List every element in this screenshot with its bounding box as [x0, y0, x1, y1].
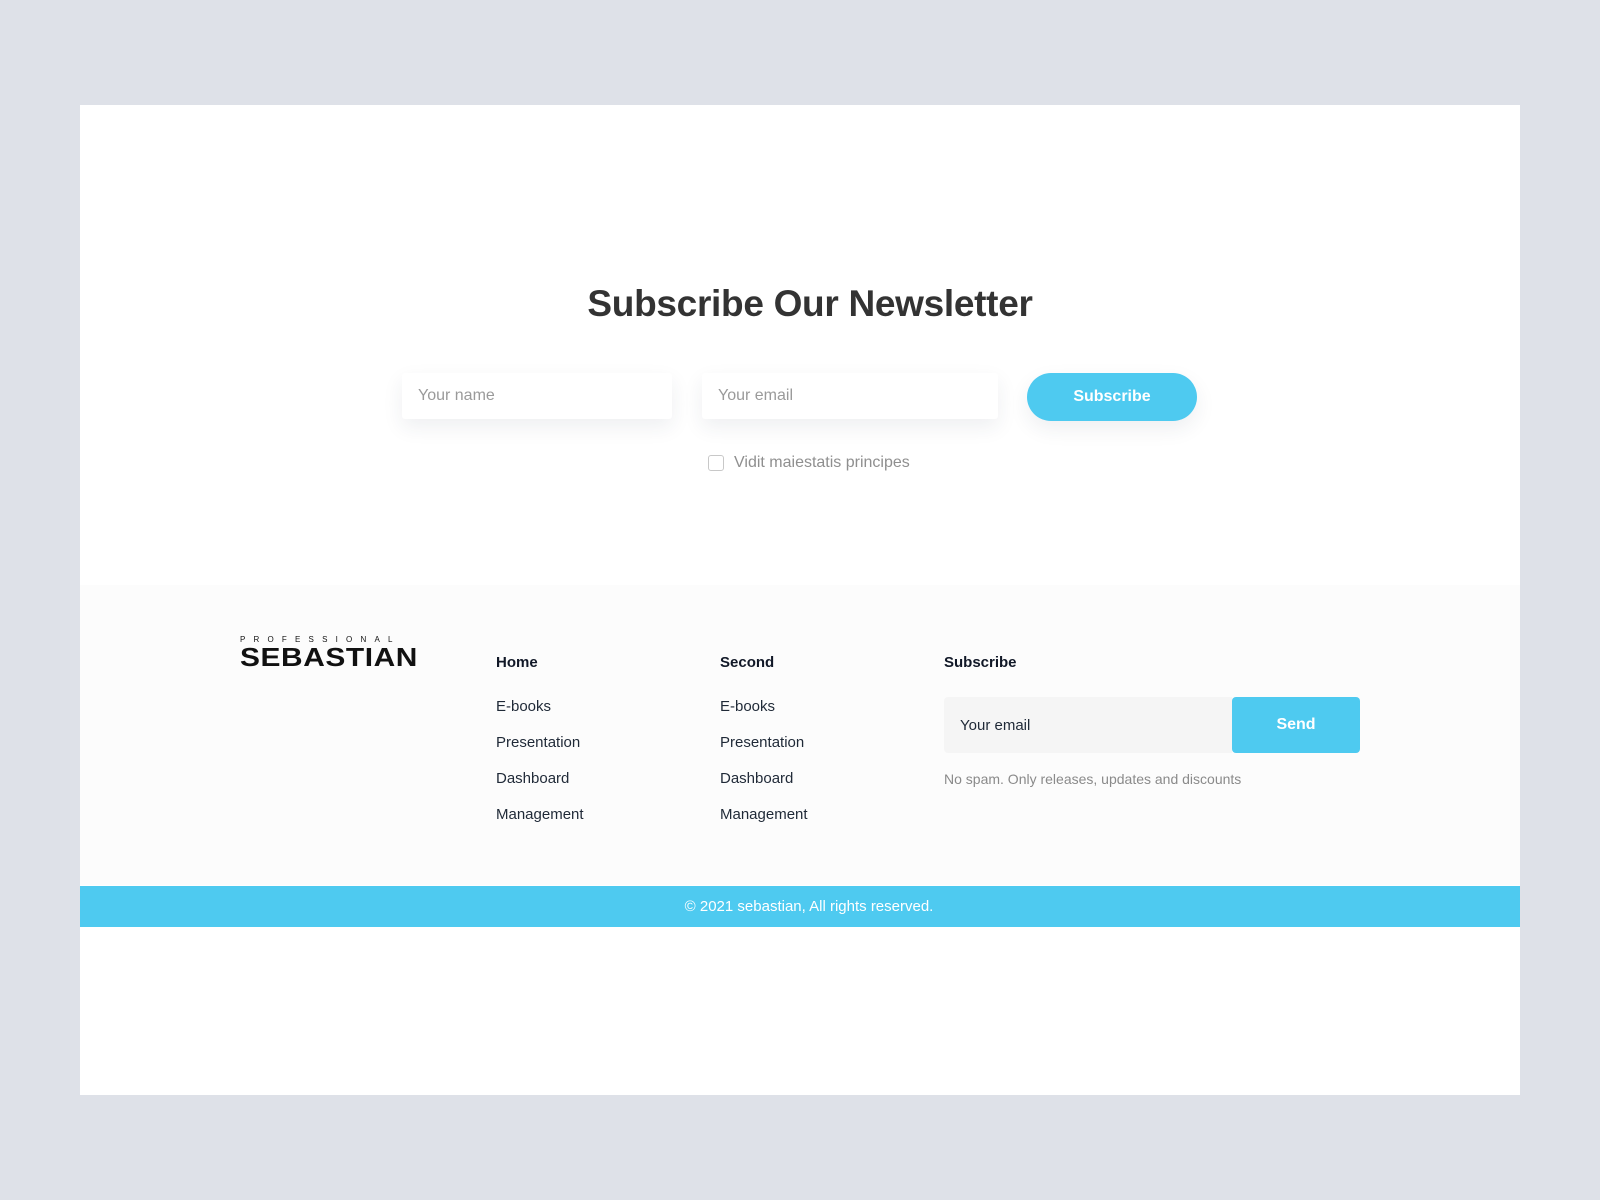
footer-link-dashboard[interactable]: Dashboard [720, 769, 808, 789]
footer-link-ebooks[interactable]: E-books [496, 697, 584, 717]
send-button[interactable]: Send [1232, 697, 1360, 753]
newsletter-title: Subscribe Our Newsletter [587, 283, 1033, 324]
footer-column-second: Second E-books Presentation Dashboard Ma… [720, 653, 808, 841]
sebastian-logo[interactable]: PROFESSIONAL SEBASTIAN [240, 635, 417, 670]
column-heading: Home [496, 654, 538, 671]
footer-email-input[interactable] [944, 697, 1232, 753]
footer-link-management[interactable]: Management [720, 805, 808, 825]
email-input[interactable] [702, 373, 998, 419]
page-card: Subscribe Our Newsletter Subscribe Vidit… [80, 105, 1520, 1095]
footer-link-presentation[interactable]: Presentation [496, 733, 584, 753]
footer: PROFESSIONAL SEBASTIAN Home E-books Pres… [80, 585, 1520, 885]
footer-link-dashboard[interactable]: Dashboard [496, 769, 584, 789]
footer-link-management[interactable]: Management [496, 805, 584, 825]
footer-link-ebooks[interactable]: E-books [720, 697, 808, 717]
logo-wordmark: SEBASTIAN [240, 642, 418, 672]
consent-checkbox[interactable] [708, 455, 724, 471]
no-spam-note: No spam. Only releases, updates and disc… [944, 771, 1242, 787]
newsletter-section: Subscribe Our Newsletter Subscribe Vidit… [80, 105, 1520, 585]
footer-column-home: Home E-books Presentation Dashboard Mana… [496, 653, 584, 841]
consent-checkbox-label: Vidit maiestatis principes [734, 454, 910, 471]
copyright-bar: © 2021 sebastian, All rights reserved. [80, 886, 1520, 927]
subscribe-button[interactable]: Subscribe [1027, 373, 1197, 421]
footer-link-presentation[interactable]: Presentation [720, 733, 808, 753]
footer-subscribe-form: Send [944, 697, 1360, 753]
consent-checkbox-row[interactable]: Vidit maiestatis principes [708, 454, 910, 472]
column-heading: Second [720, 654, 775, 671]
footer-column-subscribe: Subscribe Send No spam. Only releases, u… [944, 653, 1360, 787]
name-input[interactable] [402, 373, 672, 419]
copyright-text: © 2021 sebastian, All rights reserved. [684, 898, 934, 915]
column-heading: Subscribe [944, 654, 1017, 671]
